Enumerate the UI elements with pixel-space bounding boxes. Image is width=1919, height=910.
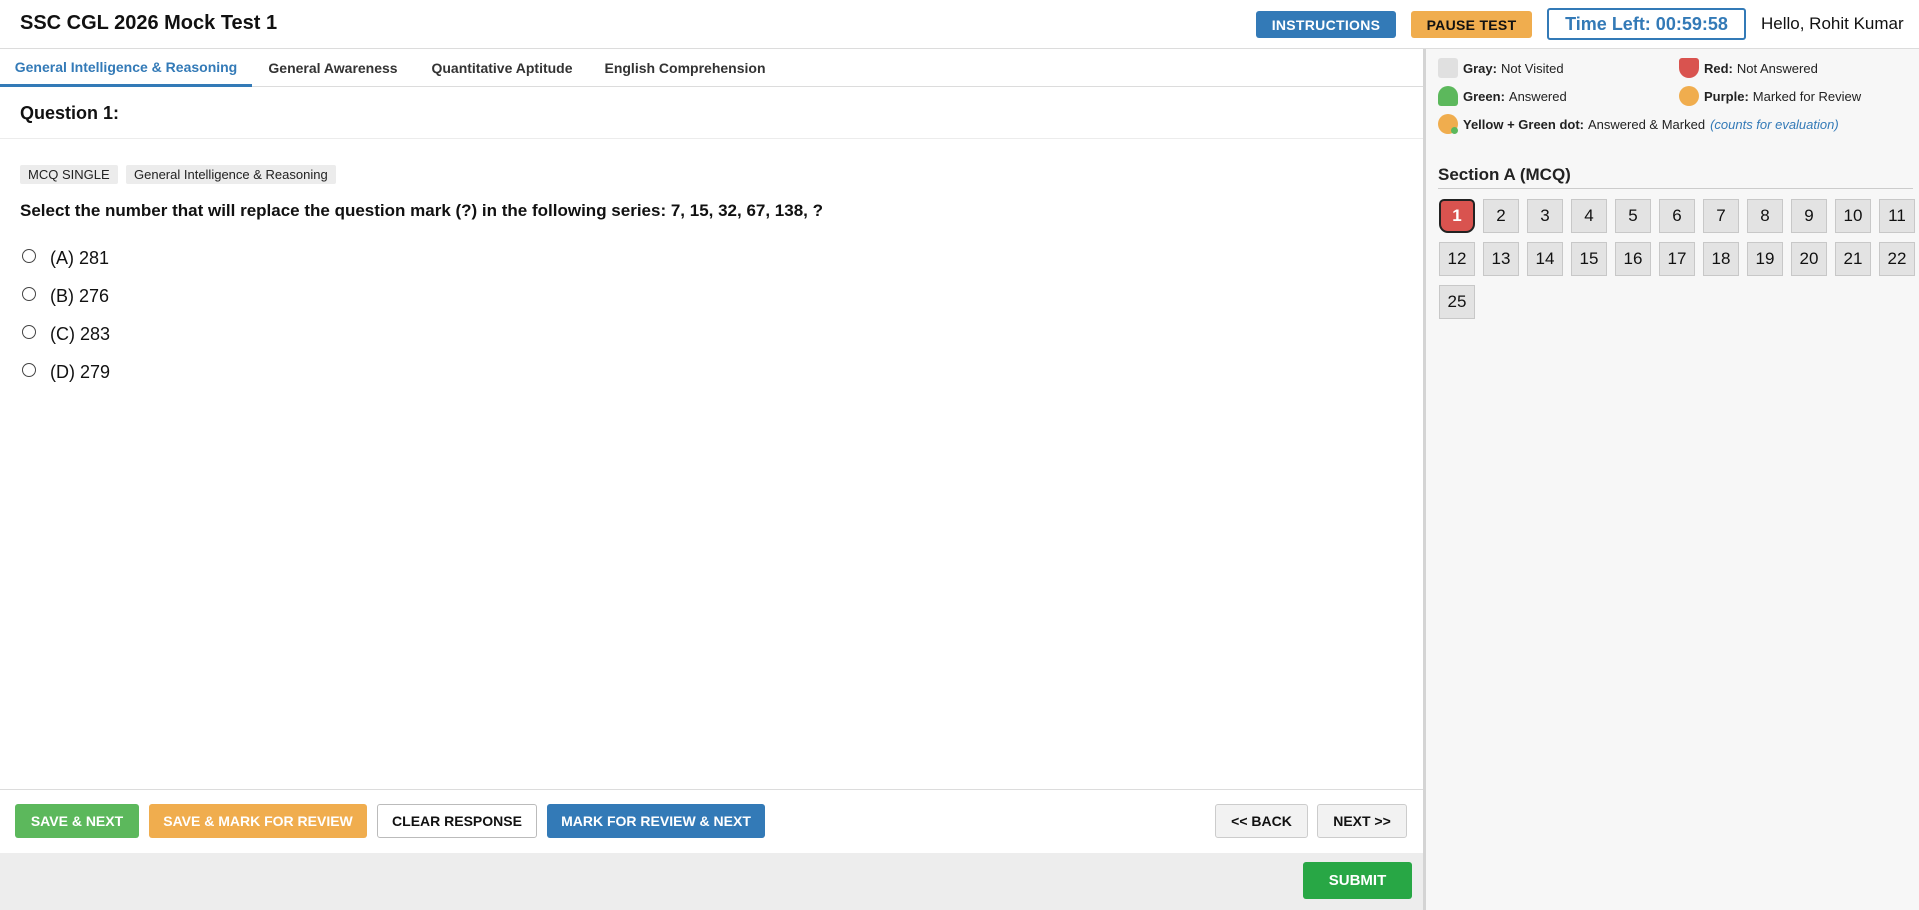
palette-question-13[interactable]: 13 xyxy=(1483,242,1519,276)
legend-answered-marked: Yellow + Green dot: Answered & Marked (c… xyxy=(1438,114,1839,134)
legend-yellow-text: Answered & Marked xyxy=(1588,116,1706,132)
option-c[interactable]: (C) 283 xyxy=(22,322,110,346)
clear-response-button[interactable]: CLEAR RESPONSE xyxy=(377,804,537,838)
palette-question-11[interactable]: 11 xyxy=(1879,199,1915,233)
palette-question-25[interactable]: 25 xyxy=(1439,285,1475,319)
tab-general-intelligence-reasoning[interactable]: General Intelligence & Reasoning xyxy=(0,49,252,87)
legend-answered: Green: Answered xyxy=(1438,86,1567,106)
legend-eval-note: (counts for evaluation) xyxy=(1710,116,1839,132)
option-b[interactable]: (B) 276 xyxy=(22,284,109,308)
option-a-label: (A) 281 xyxy=(50,247,110,268)
option-d-label: (D) 279 xyxy=(50,361,111,382)
legend-gray-key: Gray: xyxy=(1463,60,1497,76)
legend-not-answered: Red: Not Answered xyxy=(1679,58,1818,78)
back-button[interactable]: << BACK xyxy=(1215,804,1308,838)
top-header: SSC CGL 2026 Mock Test 1 INSTRUCTIONS PA… xyxy=(0,0,1919,49)
palette-question-3[interactable]: 3 xyxy=(1527,199,1563,233)
section-tabs: General Intelligence & Reasoning General… xyxy=(0,49,1423,87)
legend-purple-key: Purple: xyxy=(1704,88,1749,104)
legend-not-visited: Gray: Not Visited xyxy=(1438,58,1564,78)
palette-question-1[interactable]: 1 xyxy=(1439,199,1475,233)
question-section-badge: General Intelligence & Reasoning xyxy=(126,165,336,184)
answered-icon xyxy=(1438,86,1458,106)
palette-question-2[interactable]: 2 xyxy=(1483,199,1519,233)
option-d[interactable]: (D) 279 xyxy=(22,360,110,384)
submit-button[interactable]: SUBMIT xyxy=(1303,862,1412,899)
option-a[interactable]: (A) 281 xyxy=(22,246,109,270)
option-b-label: (B) 276 xyxy=(50,285,110,306)
palette-question-9[interactable]: 9 xyxy=(1791,199,1827,233)
question-text: Select the number that will replace the … xyxy=(20,201,824,220)
tab-general-awareness[interactable]: General Awareness xyxy=(252,49,414,87)
test-title: SSC CGL 2026 Mock Test 1 xyxy=(20,12,278,34)
question-header: Question 1: xyxy=(0,87,1423,139)
action-bar: SAVE & NEXT SAVE & MARK FOR REVIEW CLEAR… xyxy=(0,789,1423,853)
legend-marked-review: Purple: Marked for Review xyxy=(1679,86,1861,106)
not-answered-icon xyxy=(1679,58,1699,78)
palette-question-6[interactable]: 6 xyxy=(1659,199,1695,233)
legend-yellow-key: Yellow + Green dot: xyxy=(1463,116,1584,132)
question-palette-panel: Gray: Not Visited Red: Not Answered Gree… xyxy=(1423,49,1919,910)
save-mark-review-button[interactable]: SAVE & MARK FOR REVIEW xyxy=(149,804,367,838)
tab-quantitative-aptitude[interactable]: Quantitative Aptitude xyxy=(414,49,590,87)
palette-question-17[interactable]: 17 xyxy=(1659,242,1695,276)
option-c-label: (C) 283 xyxy=(50,323,111,344)
palette-question-20[interactable]: 20 xyxy=(1791,242,1827,276)
palette-question-8[interactable]: 8 xyxy=(1747,199,1783,233)
legend-purple-text: Marked for Review xyxy=(1752,88,1862,104)
option-a-radio[interactable] xyxy=(22,249,36,263)
not-visited-icon xyxy=(1438,58,1458,78)
legend-red-key: Red: xyxy=(1704,60,1733,76)
legend-red-text: Not Answered xyxy=(1736,60,1818,76)
next-button[interactable]: NEXT >> xyxy=(1317,804,1407,838)
time-left-timer: Time Left: 00:59:58 xyxy=(1547,8,1746,40)
question-type-badge: MCQ SINGLE xyxy=(20,165,118,184)
mark-review-next-button[interactable]: MARK FOR REVIEW & NEXT xyxy=(547,804,765,838)
answered-marked-icon xyxy=(1438,114,1458,134)
palette-question-19[interactable]: 19 xyxy=(1747,242,1783,276)
save-next-button[interactable]: SAVE & NEXT xyxy=(15,804,139,838)
palette-question-12[interactable]: 12 xyxy=(1439,242,1475,276)
palette-question-5[interactable]: 5 xyxy=(1615,199,1651,233)
palette-question-4[interactable]: 4 xyxy=(1571,199,1607,233)
instructions-button[interactable]: INSTRUCTIONS xyxy=(1256,11,1396,38)
palette-question-14[interactable]: 14 xyxy=(1527,242,1563,276)
option-b-radio[interactable] xyxy=(22,287,36,301)
marked-review-icon xyxy=(1679,86,1699,106)
palette-question-22[interactable]: 22 xyxy=(1879,242,1915,276)
palette-question-21[interactable]: 21 xyxy=(1835,242,1871,276)
palette-section-title: Section A (MCQ) xyxy=(1438,165,1913,189)
legend-green-key: Green: xyxy=(1463,88,1505,104)
pause-test-button[interactable]: PAUSE TEST xyxy=(1411,11,1532,38)
green-dot-icon xyxy=(1451,127,1458,134)
option-c-radio[interactable] xyxy=(22,325,36,339)
legend-gray-text: Not Visited xyxy=(1500,60,1564,76)
question-panel: General Intelligence & Reasoning General… xyxy=(0,49,1423,910)
palette-question-10[interactable]: 10 xyxy=(1835,199,1871,233)
palette-question-16[interactable]: 16 xyxy=(1615,242,1651,276)
option-d-radio[interactable] xyxy=(22,363,36,377)
submit-bar: SUBMIT xyxy=(0,853,1423,910)
legend-green-text: Answered xyxy=(1508,88,1567,104)
tab-english-comprehension[interactable]: English Comprehension xyxy=(590,49,780,87)
palette-question-15[interactable]: 15 xyxy=(1571,242,1607,276)
user-greeting: Hello, Rohit Kumar xyxy=(1761,14,1904,33)
question-number: Question 1: xyxy=(20,103,120,123)
palette-question-18[interactable]: 18 xyxy=(1703,242,1739,276)
palette-question-7[interactable]: 7 xyxy=(1703,199,1739,233)
